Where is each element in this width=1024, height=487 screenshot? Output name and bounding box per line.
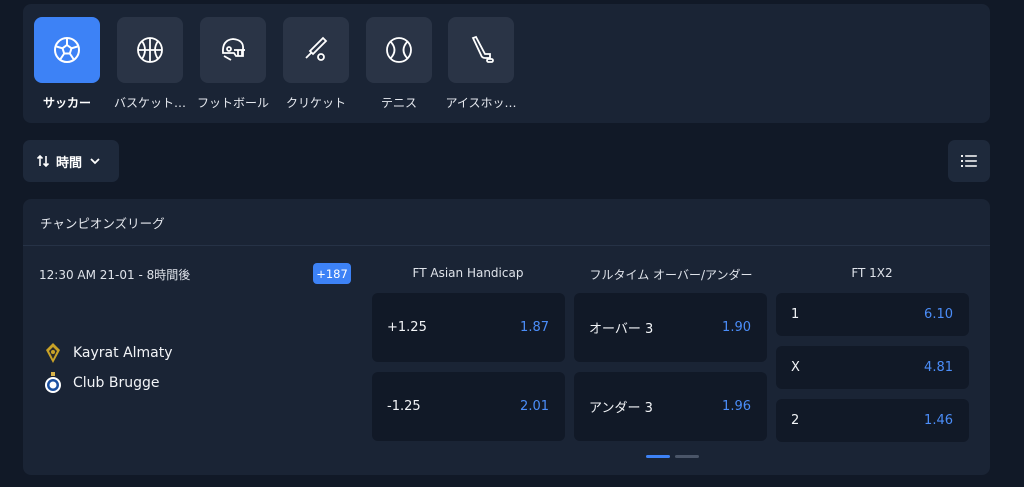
sort-by-time-button[interactable]: 時間 [23, 140, 119, 182]
pager-dot[interactable] [675, 455, 699, 458]
tennis-ball-icon [386, 37, 412, 63]
away-team[interactable]: Club Brugge [43, 372, 160, 394]
list-view-button[interactable] [948, 140, 990, 182]
hockey-stick-icon [471, 35, 494, 63]
sport-tab-soccer[interactable]: サッカー [34, 17, 100, 111]
league-card: チャンピオンズリーグ 12:30 AM 21-01 - 8時間後 +187 Ka… [23, 199, 990, 475]
soccer-ball-icon [54, 37, 80, 63]
outcome-price: 1.87 [520, 320, 549, 335]
sport-tile [34, 17, 100, 83]
market-title-over-under: フルタイム オーバー/アンダー [589, 268, 753, 282]
sport-tile [200, 17, 266, 83]
basketball-icon [137, 37, 163, 63]
list-view-icon [961, 155, 977, 167]
odd-button[interactable]: -1.25 2.01 [372, 372, 565, 441]
outcome-name: +1.25 [387, 320, 427, 335]
outcome-name: アンダー 3 [589, 401, 653, 416]
sport-label: バスケット… [114, 96, 187, 110]
odd-button[interactable]: X 4.81 [776, 346, 969, 389]
sport-tile [448, 17, 514, 83]
sport-tab-basketball[interactable]: バスケット… [114, 17, 187, 111]
outcome-name: -1.25 [387, 399, 421, 414]
football-helmet-icon [222, 38, 245, 61]
sport-tab-football[interactable]: フットボール [197, 17, 270, 111]
sport-label: フットボール [197, 96, 270, 110]
sort-arrows-icon [36, 154, 50, 168]
odd-button[interactable]: アンダー 3 1.96 [574, 372, 767, 441]
pager-dot-active[interactable] [646, 455, 670, 458]
sports-category-bar: サッカー バスケット… フットボール クリケット テニス アイスホッ… [23, 4, 990, 123]
cricket-bat-icon [305, 36, 328, 61]
outcome-price: 1.46 [924, 413, 953, 428]
chevron-down-icon [90, 158, 100, 165]
sport-label: クリケット [285, 96, 346, 110]
outcome-price: 1.96 [722, 399, 751, 414]
sport-tile [283, 17, 349, 83]
sport-tab-cricket[interactable]: クリケット [283, 17, 349, 111]
outcome-name: X [791, 360, 800, 375]
outcome-price: 2.01 [520, 399, 549, 414]
odd-button[interactable]: 1 6.10 [776, 293, 969, 336]
home-team[interactable]: Kayrat Almaty [43, 342, 173, 364]
brugge-crest-icon [43, 372, 63, 394]
outcome-price: 6.10 [924, 307, 953, 322]
outcome-name: オーバー 3 [589, 322, 654, 337]
league-title[interactable]: チャンピオンズリーグ [23, 199, 990, 246]
outcome-name: 1 [791, 307, 800, 322]
kayrat-crest-icon [43, 342, 63, 364]
home-team-name: Kayrat Almaty [73, 345, 173, 361]
odd-button[interactable]: +1.25 1.87 [372, 293, 565, 362]
outcome-price: 1.90 [722, 320, 751, 335]
match-time: 12:30 AM 21-01 - 8時間後 [39, 268, 191, 282]
outcome-name: 2 [791, 413, 800, 428]
sport-tab-ice-hockey[interactable]: アイスホッ… [445, 17, 517, 111]
more-markets-badge[interactable]: +187 [313, 263, 351, 284]
odd-button[interactable]: オーバー 3 1.90 [574, 293, 767, 362]
sport-label: テニス [380, 96, 417, 110]
sport-tile [117, 17, 183, 83]
sort-label: 時間 [56, 155, 83, 171]
sport-label: アイスホッ… [445, 96, 517, 110]
market-title-asian-handicap: FT Asian Handicap [412, 266, 524, 280]
market-title-1x2: FT 1X2 [851, 266, 893, 280]
odd-button[interactable]: 2 1.46 [776, 399, 969, 442]
sport-tab-tennis[interactable]: テニス [366, 17, 432, 111]
sport-tile [366, 17, 432, 83]
away-team-name: Club Brugge [73, 375, 160, 391]
outcome-price: 4.81 [924, 360, 953, 375]
sport-label: サッカー [42, 96, 91, 110]
